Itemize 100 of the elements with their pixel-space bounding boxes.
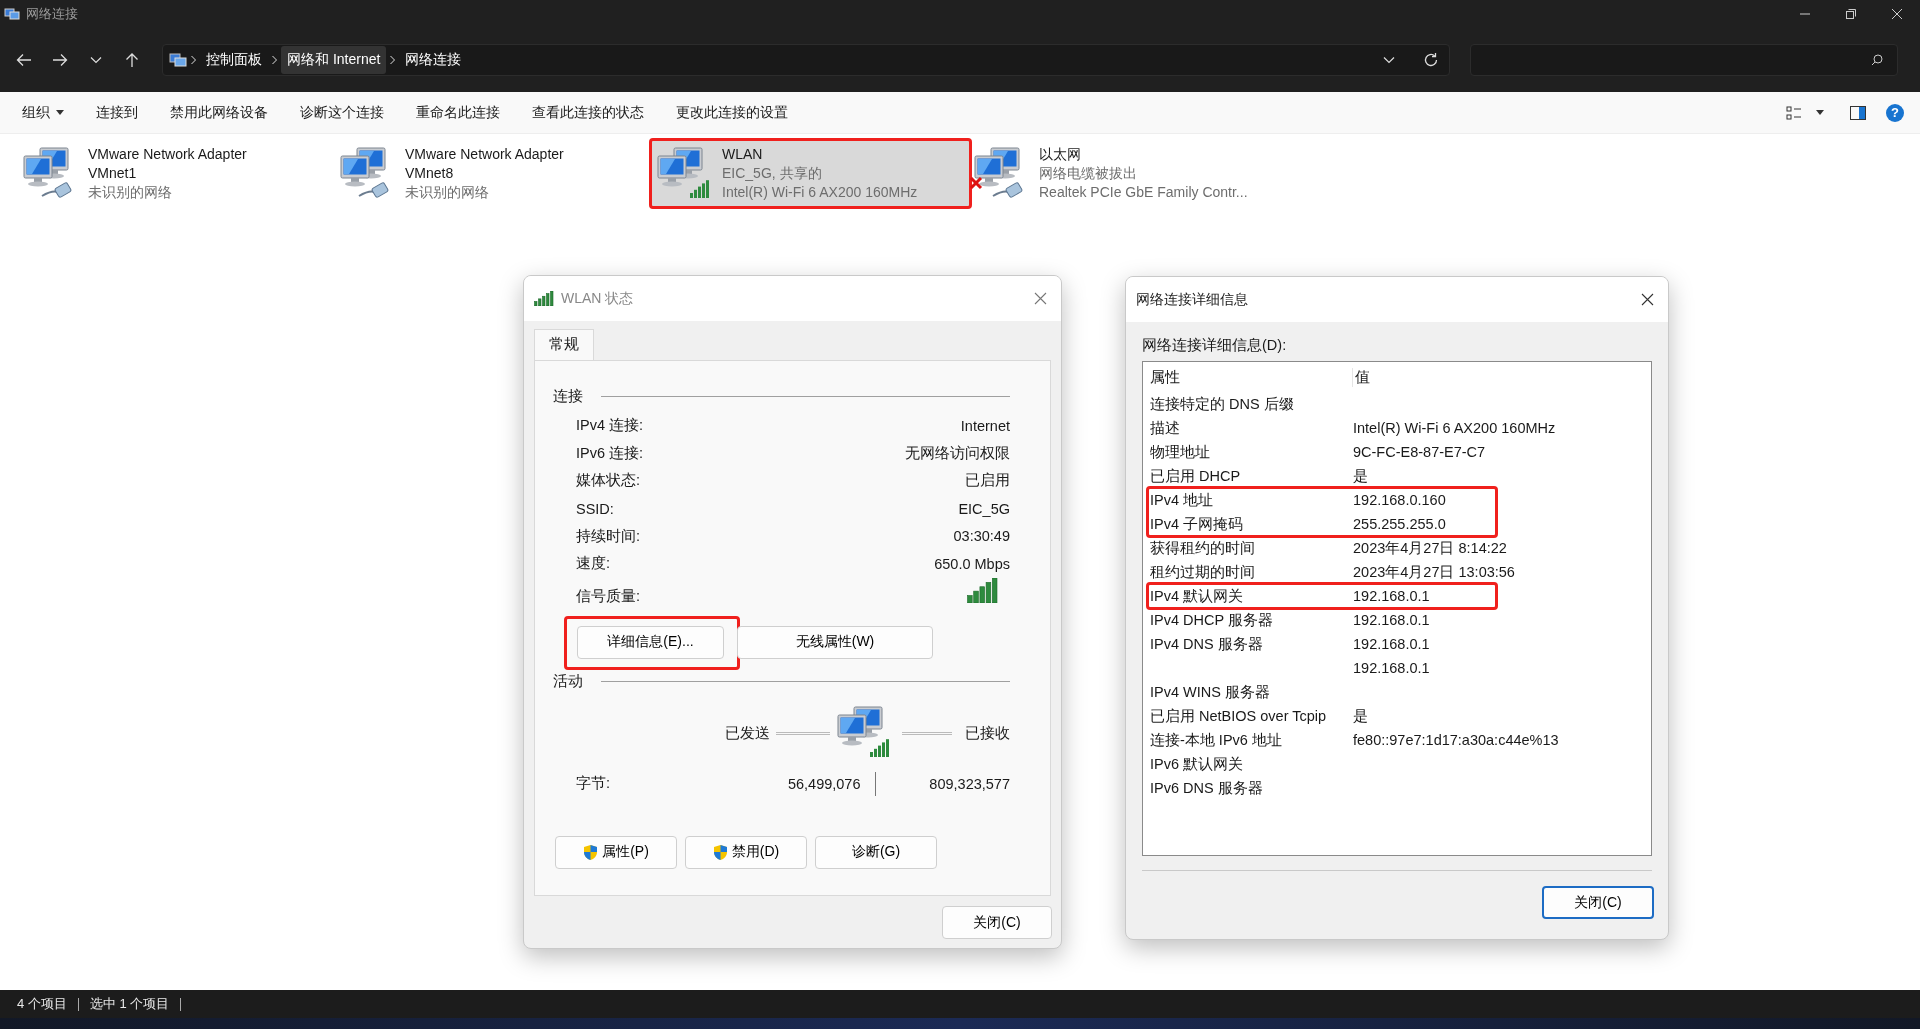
toolbar-button[interactable]: 重命名此连接 (404, 97, 512, 128)
property-cell-text: IPv4 默认网关 (1150, 586, 1245, 606)
list-row[interactable]: 物理地址 9C-FC-E8-87-E7-C7 (1150, 440, 1651, 464)
list-row[interactable]: 已启用 DHCP 是 (1150, 464, 1651, 488)
list-row[interactable]: 租约过期的时间 2023年4月27日 13:03:56 (1150, 560, 1651, 584)
dialog-title: WLAN 状态 (561, 289, 634, 308)
help-button[interactable]: ? (1886, 103, 1904, 122)
list-row[interactable]: 描述 Intel(R) Wi-Fi 6 AX200 160MHz (1150, 416, 1651, 440)
value-cell-text: Intel(R) Wi-Fi 6 AX200 160MHz (1353, 420, 1557, 436)
back-arrow-icon[interactable] (16, 53, 32, 67)
list-row[interactable]: 连接-本地 IPv6 地址 fe80::97e7:1d17:a30a:c44e%13 (1150, 728, 1651, 752)
list-row[interactable]: IPv4 WINS 服务器 (1150, 680, 1651, 704)
selection-count: 选中 1 个项目 (89, 995, 170, 1013)
list-row[interactable]: 已启用 NetBIOS over Tcpip 是 (1150, 704, 1651, 728)
list-row[interactable]: 192.168.0.1 (1150, 656, 1651, 680)
toolbar-button[interactable]: 连接到 (84, 97, 150, 128)
toolbar-button[interactable]: 禁用此网络设备 (158, 97, 280, 128)
tab[interactable]: 常规 (534, 329, 594, 360)
dialog-button[interactable]: 属性(P) (555, 835, 677, 869)
list-label: 网络连接详细信息(D): (1141, 336, 1288, 355)
wireless-network-icon (836, 704, 892, 759)
refresh-icon[interactable] (1423, 52, 1439, 68)
toolbar-button[interactable]: 查看此连接的状态 (520, 97, 656, 128)
address-bar[interactable]: 控制面板 网络和 Internet 网络连接 (162, 44, 1450, 76)
value-cell-text: 192.168.0.1 (1353, 636, 1431, 652)
item-count: 4 个项目 (17, 995, 67, 1013)
control-panel-icon (169, 52, 187, 68)
value-cell-text: 192.168.0.1 (1353, 660, 1431, 676)
chevron-down-icon[interactable] (1383, 56, 1395, 64)
adapter-name: VMware Network Adapter VMnet8 (405, 145, 565, 183)
property-cell-text: 连接特定的 DNS 后缀 (1150, 394, 1295, 414)
dialog-button[interactable]: 诊断(G) (815, 835, 937, 869)
window-title: 网络连接 (26, 5, 78, 23)
value-cell-text: 是 (1353, 706, 1369, 726)
property-cell-text: 已启用 DHCP (1150, 466, 1242, 486)
property-cell-text: IPv4 DNS 服务器 (1150, 634, 1264, 654)
property-cell-text: 物理地址 (1150, 442, 1211, 462)
close-button[interactable]: 关闭(C) (942, 906, 1052, 939)
chevron-down-icon[interactable] (90, 56, 102, 64)
adapter-item[interactable]: VMware Network Adapter VMnet8 未识别的网络 (335, 138, 652, 209)
field-label: 媒体状态: (576, 471, 641, 491)
breadcrumb-item[interactable]: 控制面板 (200, 46, 268, 74)
property-cell-text: IPv4 DHCP 服务器 (1150, 610, 1274, 630)
dialog-title: 网络连接详细信息 (1136, 290, 1248, 309)
property-cell-text: IPv4 地址 (1150, 490, 1215, 510)
field-value: 03:30:49 (953, 528, 1010, 545)
details-list[interactable] (1142, 361, 1652, 856)
toolbar-button[interactable]: 更改此连接的设置 (664, 97, 800, 128)
field-value: 56,499,076 (786, 775, 861, 792)
list-row[interactable]: 连接特定的 DNS 后缀 (1150, 392, 1651, 416)
preview-pane-icon[interactable] (1850, 105, 1866, 120)
forward-arrow-icon[interactable] (52, 53, 68, 67)
toolbar-button[interactable]: 诊断这个连接 (288, 97, 396, 128)
value-cell-text: 255.255.255.0 (1353, 516, 1447, 532)
toolbar-button[interactable]: 组织 (10, 97, 76, 128)
chevron-right-icon (389, 55, 397, 65)
network-folder-icon (4, 6, 20, 22)
list-row[interactable]: IPv4 DHCP 服务器 192.168.0.1 (1150, 608, 1651, 632)
list-row[interactable]: IPv6 默认网关 (1150, 752, 1651, 776)
property-cell-text: IPv6 DNS 服务器 (1150, 778, 1264, 798)
view-options-icon[interactable] (1786, 105, 1802, 120)
dialog-button[interactable]: 详细信息(E)... (577, 625, 724, 659)
breadcrumb-item[interactable]: 网络连接 (399, 46, 468, 74)
wireless-network-icon (656, 146, 712, 200)
field-value: 已启用 (965, 471, 1010, 491)
field-label: 信号质量: (576, 586, 641, 606)
search-icon (1871, 54, 1883, 66)
signal-bars-icon (534, 291, 554, 306)
property-cell-text: IPv6 默认网关 (1150, 754, 1245, 774)
list-row[interactable]: IPv4 DNS 服务器 192.168.0.1 (1150, 632, 1651, 656)
value-cell-text: fe80::97e7:1d17:a30a:c44e%13 (1353, 732, 1560, 748)
adapter-status: 网络电缆被拔出 (1039, 164, 1138, 183)
list-row[interactable]: 获得租约的时间 2023年4月27日 8:14:22 (1150, 536, 1651, 560)
column-header[interactable]: 属性 (1150, 367, 1352, 387)
property-cell-text: 描述 (1150, 418, 1181, 438)
value-cell-text: 9C-FC-E8-87-E7-C7 (1353, 444, 1487, 460)
property-cell-text: 租约过期的时间 (1150, 562, 1256, 582)
caret-down-icon[interactable] (1816, 110, 1824, 115)
adapter-item[interactable]: 以太网 网络电缆被拔出 Realtek PCIe GbE Family Contr... (969, 138, 1286, 209)
property-cell-text: IPv4 WINS 服务器 (1150, 682, 1271, 702)
breadcrumb-item[interactable]: 网络和 Internet (281, 46, 387, 74)
dialog-button[interactable]: 无线属性(W) (737, 625, 933, 659)
close-button[interactable]: 关闭(C) (1542, 886, 1654, 919)
chevron-right-icon (190, 55, 197, 65)
column-header[interactable]: 值 (1352, 367, 1651, 387)
property-cell-text: IPv4 子网掩码 (1150, 514, 1245, 534)
field-label: IPv6 连接: (576, 443, 644, 463)
close-icon[interactable] (1641, 293, 1654, 306)
up-arrow-icon[interactable] (125, 52, 139, 68)
restore-icon[interactable] (1845, 8, 1857, 20)
adapter-item[interactable]: VMware Network Adapter VMnet1 未识别的网络 (18, 138, 335, 209)
search-field[interactable] (1470, 44, 1898, 76)
section-heading: 活动 (553, 671, 583, 691)
field-value: 650.0 Mbps (934, 555, 1010, 572)
dialog-button[interactable]: 禁用(D) (685, 835, 807, 869)
adapter-status: 未识别的网络 (405, 183, 490, 202)
list-row[interactable]: IPv6 DNS 服务器 (1150, 776, 1651, 800)
value-cell-text: 192.168.0.1 (1353, 612, 1431, 628)
chevron-right-icon (271, 55, 278, 65)
value-cell-text: 192.168.0.1 (1353, 588, 1431, 604)
